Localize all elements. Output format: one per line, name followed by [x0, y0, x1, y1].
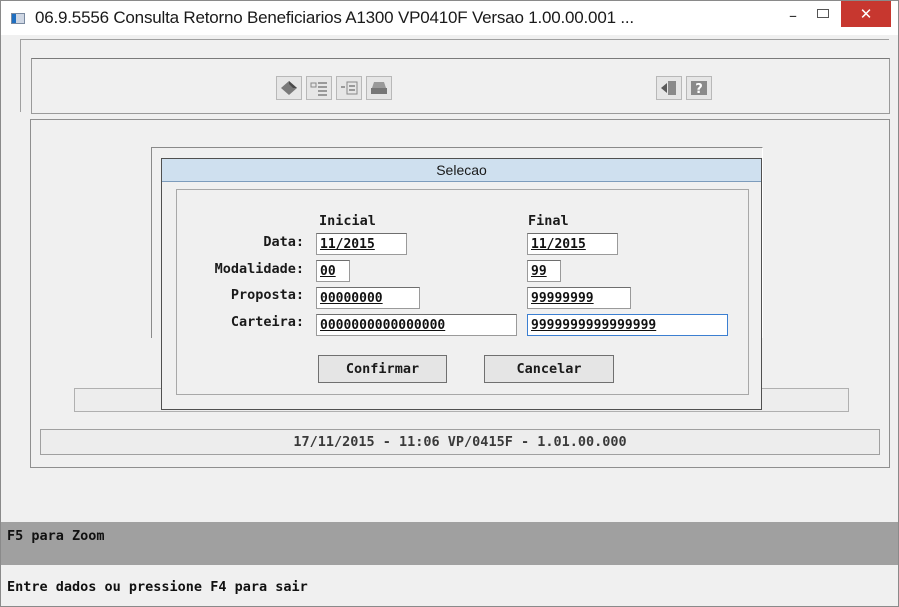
edit-button[interactable]: [276, 76, 302, 100]
svg-text:?: ?: [695, 82, 703, 97]
message-bar: Entre dados ou pressione F4 para sair: [1, 568, 898, 606]
edit-icon: [281, 81, 297, 95]
header-final: Final: [528, 213, 569, 229]
label-carteira: Carteira:: [230, 314, 304, 330]
toolbar-frame: [20, 39, 890, 114]
exit-button[interactable]: [656, 76, 682, 100]
close-button[interactable]: ✕: [841, 1, 891, 27]
print-icon: [371, 82, 387, 94]
align-button[interactable]: [336, 76, 362, 100]
cancel-button[interactable]: Cancelar: [484, 355, 614, 383]
dialog-title: Selecao: [162, 159, 761, 182]
app-icon: [11, 13, 25, 24]
list-icon: [310, 82, 327, 96]
help-icon: ?: [691, 81, 707, 97]
window-title: 06.9.5556 Consulta Retorno Beneficiarios…: [35, 8, 634, 27]
carteira-final-field[interactable]: 9999999999999999: [527, 314, 728, 336]
proposta-inicial-field[interactable]: 00000000: [316, 287, 420, 309]
print-button[interactable]: [366, 76, 392, 100]
zoom-hint: F5 para Zoom: [7, 528, 105, 544]
list-button[interactable]: [306, 76, 332, 100]
modalidade-final-field[interactable]: 99: [527, 260, 561, 282]
carteira-inicial-field[interactable]: 0000000000000000: [316, 314, 517, 336]
align-icon: [341, 81, 358, 95]
application-window: 06.9.5556 Consulta Retorno Beneficiarios…: [0, 0, 899, 607]
data-final-field[interactable]: 11/2015: [527, 233, 618, 255]
help-button[interactable]: ?: [686, 76, 712, 100]
exit-icon: [661, 81, 676, 95]
version-status: 17/11/2015 - 11:06 VP/0415F - 1.01.00.00…: [40, 429, 880, 455]
maximize-icon: [817, 9, 829, 18]
maximize-button[interactable]: [809, 3, 837, 31]
label-proposta: Proposta:: [230, 287, 304, 303]
header-inicial: Inicial: [319, 213, 376, 229]
title-bar: 06.9.5556 Consulta Retorno Beneficiarios…: [1, 1, 898, 35]
zoom-hint-bar: F5 para Zoom: [1, 522, 898, 565]
proposta-final-field[interactable]: 99999999: [527, 287, 631, 309]
minimize-button[interactable]: –: [779, 3, 807, 31]
modalidade-inicial-field[interactable]: 00: [316, 260, 350, 282]
data-inicial-field[interactable]: 11/2015: [316, 233, 407, 255]
status-message: Entre dados ou pressione F4 para sair: [7, 579, 308, 595]
confirm-button[interactable]: Confirmar: [318, 355, 447, 383]
selection-dialog: Selecao Inicial Final Data: 11/2015 11/2…: [161, 158, 762, 410]
label-modalidade: Modalidade:: [214, 261, 304, 277]
label-data: Data:: [263, 234, 304, 250]
